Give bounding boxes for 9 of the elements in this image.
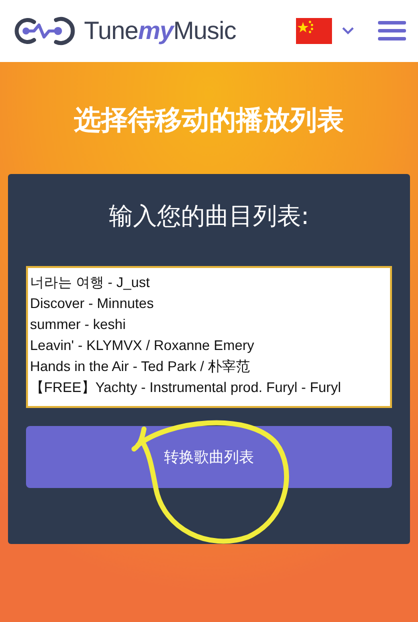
chevron-down-icon[interactable]: [342, 27, 354, 35]
menu-icon[interactable]: [378, 20, 406, 42]
page-title: 选择待移动的播放列表: [73, 104, 345, 138]
logo-icon: [12, 14, 78, 48]
card-heading: 输入您的曲目列表:: [108, 201, 310, 232]
flag-icon[interactable]: [296, 18, 332, 44]
playlist-textarea[interactable]: 너라는 여행 - J_ust Discover - Minnutes summer - keshi Leavin' - KLYMVX / Roxanne Emery Hands in the Air - Ted Park / 朴宰范 【FREE】Yachty - Instrumental prod. Furyl - Furyl: [26, 266, 392, 408]
logo-text: TunemyMusic: [84, 16, 236, 46]
convert-button[interactable]: 转换歌曲列表: [26, 426, 392, 488]
